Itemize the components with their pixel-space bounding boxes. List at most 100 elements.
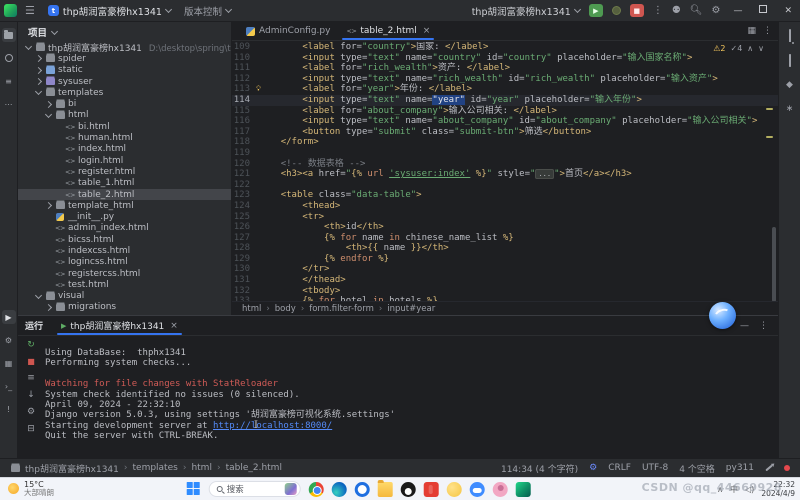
main-menu-icon[interactable]: ☰	[25, 5, 35, 16]
prev-issue-icon[interactable]: ∧	[747, 44, 753, 53]
search-everywhere-icon[interactable]: 🔍︎	[690, 6, 703, 16]
tree-item[interactable]: migrations	[18, 302, 231, 313]
scroll-to-end-icon[interactable]: ↓	[27, 390, 35, 400]
file-encoding[interactable]: UTF-8	[642, 463, 668, 473]
code-line[interactable]: 126 <th>id</th>	[232, 222, 778, 233]
code-line[interactable]: 130 </tr>	[232, 264, 778, 275]
code-line[interactable]: 128 <th>{{ name }}</th>	[232, 243, 778, 254]
pycharm-app-icon[interactable]	[516, 482, 531, 497]
run-config-widget[interactable]: thp胡润富豪榜hx1341	[472, 4, 580, 18]
start-button[interactable]	[187, 482, 201, 496]
tree-item[interactable]: spider	[18, 53, 231, 64]
vcs-widget[interactable]: 版本控制	[184, 4, 231, 18]
code-line[interactable]: 120 <!-- 数据表格 -->	[232, 159, 778, 170]
code-line[interactable]: 109 <label for="country">国家: </label>	[232, 42, 778, 53]
code-line[interactable]: 125 <tr>	[232, 212, 778, 223]
code-line[interactable]: 116 <input type="text" name="about_compa…	[232, 116, 778, 127]
minimize-button[interactable]: —	[729, 6, 746, 16]
code-line[interactable]: 129 {% endfor %}	[232, 254, 778, 265]
close-button[interactable]: ✕	[780, 6, 796, 16]
chevron-right-icon[interactable]	[44, 102, 52, 107]
tree-item[interactable]: <>bi.html	[18, 121, 231, 132]
code-line[interactable]: 121 <h3><a href="{% url 'sysuser:index' …	[232, 169, 778, 180]
console-output[interactable]: Using DataBase: thphx1341Performing syst…	[45, 334, 774, 456]
project-tool-icon[interactable]	[2, 28, 16, 42]
soft-wrap-icon[interactable]: ≡	[27, 373, 35, 383]
notifications-bell-icon[interactable]	[789, 30, 791, 41]
tree-item[interactable]: <>indexcss.html	[18, 245, 231, 256]
code-line[interactable]: 110 <input type="text" name="country" id…	[232, 53, 778, 64]
code-line[interactable]: 111 <label for="rich_wealth">资产: </label…	[232, 63, 778, 74]
person-app-icon[interactable]	[493, 482, 508, 497]
maximize-button[interactable]	[755, 5, 771, 16]
django-settings-icon[interactable]: ⚙	[589, 463, 597, 473]
run-panel-title[interactable]: 运行	[25, 319, 43, 332]
run-tab[interactable]: ▶ thp胡润富豪榜hx1341 ×	[55, 316, 184, 335]
chevron-down-icon[interactable]	[24, 46, 32, 49]
warning-stripe-mark[interactable]	[766, 136, 773, 138]
tree-item[interactable]: html	[18, 110, 231, 121]
tree-item[interactable]: <>registercss.html	[18, 268, 231, 279]
tree-item[interactable]: templates	[18, 87, 231, 98]
code-line[interactable]: 119	[232, 148, 778, 159]
code-with-me-icon[interactable]: ⚉	[672, 6, 681, 16]
tab-adminconfig[interactable]: AdminConfig.py	[238, 22, 338, 40]
terminal-tool-icon[interactable]: ›_	[2, 379, 16, 393]
editor-scrollbar[interactable]	[772, 227, 776, 302]
edge-app-icon[interactable]	[332, 482, 347, 497]
clock[interactable]: 22:32 2024/4/9	[761, 480, 795, 498]
close-tab-icon[interactable]: ×	[423, 26, 431, 36]
line-separator[interactable]: CRLF	[608, 463, 631, 473]
yellow-app-icon[interactable]	[447, 482, 462, 497]
warning-stripe-mark[interactable]	[766, 108, 773, 110]
folder-app-icon[interactable]	[378, 482, 393, 497]
structure-tool-icon[interactable]: ≡	[2, 74, 16, 88]
tree-item[interactable]: <>register.html	[18, 166, 231, 177]
code-line[interactable]: 127 {% for name in chinese_name_list %}	[232, 233, 778, 244]
services-tool-icon[interactable]: ⚙	[2, 333, 16, 347]
hidden-icons-chevron[interactable]: ∧	[717, 485, 723, 494]
stop-icon[interactable]: ■	[27, 357, 35, 366]
volume-icon[interactable]: ◁)	[745, 485, 754, 494]
code-line[interactable]: 131 </thead>	[232, 275, 778, 286]
chevron-down-icon[interactable]	[34, 91, 42, 94]
code-line[interactable]: 114 <input type="text" name="year" id="y…	[232, 95, 778, 106]
more-actions-icon[interactable]: ⋮	[653, 6, 663, 16]
tree-item[interactable]: __init__.py	[18, 211, 231, 222]
project-panel-header[interactable]: 项目	[18, 22, 231, 42]
breadcrumb-html[interactable]: html	[242, 304, 261, 314]
tab-options-icon[interactable]: ⋮	[763, 26, 772, 36]
gradle-tool-icon[interactable]: ◆	[786, 80, 793, 90]
tree-item[interactable]: static	[18, 65, 231, 76]
tree-item[interactable]: <>table_2.html	[18, 189, 231, 200]
caret-position[interactable]: 114:34 (4 个字符)	[501, 462, 578, 475]
taskbar-search[interactable]: 搜索	[209, 481, 301, 497]
chevron-right-icon[interactable]	[34, 56, 42, 61]
next-issue-icon[interactable]: ∨	[758, 44, 764, 53]
settings-gear-icon[interactable]: ⚙	[711, 6, 720, 16]
code-line[interactable]: 112 <input type="text" name="rich_wealth…	[232, 74, 778, 85]
close-tab-icon[interactable]: ×	[170, 321, 178, 331]
weather-widget[interactable]: 15°C 大部晴朗	[8, 480, 54, 498]
status-breadcrumb[interactable]: thp胡润富豪榜hx1341› templates› html› table_2…	[10, 462, 282, 475]
tree-item[interactable]: bi	[18, 98, 231, 109]
run-button[interactable]: ▶	[589, 4, 603, 17]
panel-options-icon[interactable]: ⋮	[759, 321, 768, 331]
chevron-down-icon[interactable]	[44, 114, 52, 117]
tree-item[interactable]: visual	[18, 291, 231, 302]
database-tool-icon[interactable]	[789, 55, 791, 66]
more-tools-icon[interactable]: ⋯	[2, 97, 16, 111]
code-area[interactable]: 109 <label for="country">国家: </label>110…	[232, 42, 778, 301]
indent-style[interactable]: 4 个空格	[679, 462, 715, 475]
browser-app-icon[interactable]	[355, 482, 370, 497]
tree-item[interactable]: <>index.html	[18, 144, 231, 155]
edit-mode-icon[interactable]	[765, 465, 772, 472]
code-line[interactable]: 118 </form>	[232, 137, 778, 148]
intention-bulb-icon[interactable]: 💡︎	[256, 84, 261, 95]
clear-output-icon[interactable]: ⊟	[27, 424, 35, 434]
chrome-app-icon[interactable]	[309, 482, 324, 497]
debug-button[interactable]	[612, 6, 621, 15]
code-line[interactable]: 117 <button type="submit" class="submit-…	[232, 127, 778, 138]
tree-item[interactable]: <>login.html	[18, 155, 231, 166]
split-editor-icon[interactable]: ▦	[747, 26, 756, 36]
